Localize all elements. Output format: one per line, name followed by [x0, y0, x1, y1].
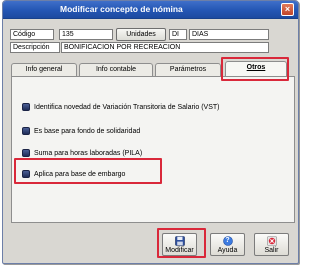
option-label: Es base para fondo de solidaridad [34, 128, 141, 135]
checkbox-checked-icon[interactable] [22, 127, 30, 135]
descripcion-input[interactable]: BONIFICACION POR RECREACION [61, 42, 269, 53]
option-label: Identifica novedad de Variación Transito… [34, 104, 220, 111]
otros-panel: Identifica novedad de Variación Transito… [11, 76, 295, 223]
unidades-button[interactable]: Unidades [116, 28, 166, 41]
highlight-base-embargo [14, 158, 162, 184]
checkbox-checked-icon[interactable] [22, 149, 30, 157]
highlight-modificar-button [157, 228, 206, 258]
tab-info-general[interactable]: Info general [11, 63, 77, 76]
unidad-code-input[interactable]: DI [169, 29, 187, 40]
title-bar[interactable]: Modificar concepto de nómina × [3, 1, 298, 19]
codigo-label: Código [10, 29, 54, 40]
ayuda-label: Ayuda [217, 247, 238, 254]
help-icon-glyph: ? [225, 237, 230, 244]
dialog-window: Modificar concepto de nómina × Código 13… [2, 0, 299, 264]
highlight-otros-tab [221, 57, 289, 81]
window-title: Modificar concepto de nómina [60, 4, 183, 14]
codigo-input[interactable]: 135 [59, 29, 113, 40]
checkbox-checked-icon[interactable] [22, 103, 30, 111]
salir-label: Salir [264, 247, 279, 254]
option-label: Suma para horas laboradas (PILA) [34, 150, 143, 157]
tab-info-contable[interactable]: Info contable [79, 63, 153, 76]
tab-parametros[interactable]: Parámetros [155, 63, 221, 76]
descripcion-label: Descripción [10, 42, 60, 53]
unidad-name-input[interactable]: DIAS [189, 29, 269, 40]
close-icon: × [284, 4, 291, 14]
exit-icon [266, 236, 277, 246]
ayuda-button[interactable]: ? Ayuda [210, 233, 245, 256]
salir-button[interactable]: Salir [254, 233, 289, 256]
close-button[interactable]: × [281, 3, 294, 16]
